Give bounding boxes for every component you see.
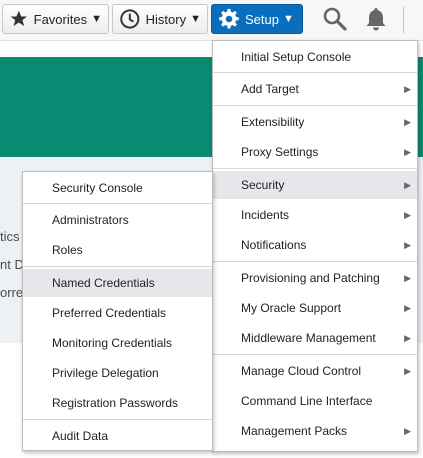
submenu-item-audit-data[interactable]: Audit Data xyxy=(23,422,212,450)
menu-item-label: Proxy Settings xyxy=(241,145,319,159)
menu-item-label: Extensibility xyxy=(241,115,305,129)
submenu-item-registration-passwords[interactable]: Registration Passwords xyxy=(23,389,212,417)
caret-down-icon: ▼ xyxy=(282,13,294,25)
menu-divider xyxy=(213,105,417,106)
background-text: orre xyxy=(0,285,24,300)
menu-item-label: Roles xyxy=(52,243,83,257)
setup-label: Setup xyxy=(245,11,279,27)
toolbar-divider xyxy=(403,6,404,34)
caret-down-icon: ▼ xyxy=(190,13,201,25)
bell-icon[interactable] xyxy=(363,6,389,32)
menu-item-label: Add Target xyxy=(241,82,299,96)
caret-down-icon: ▼ xyxy=(91,13,102,25)
submenu-item-privilege-delegation[interactable]: Privilege Delegation xyxy=(23,359,212,387)
menu-item-provisioning-and-patching[interactable]: Provisioning and Patching ▶ xyxy=(213,264,417,292)
menu-divider xyxy=(23,419,212,420)
menu-item-label: Preferred Credentials xyxy=(52,306,167,320)
menu-divider xyxy=(213,261,417,262)
favorites-label: Favorites xyxy=(33,11,88,27)
submenu-arrow-icon: ▶ xyxy=(404,303,411,313)
submenu-item-security-console[interactable]: Security Console xyxy=(23,174,212,202)
menu-divider xyxy=(23,203,212,204)
menu-divider xyxy=(213,354,417,355)
history-label: History xyxy=(145,11,187,27)
favorites-menu-button[interactable]: Favorites ▼ xyxy=(2,4,109,34)
security-submenu: Security Console Administrators Roles Na… xyxy=(22,171,213,451)
setup-menu-button[interactable]: Setup ▼ xyxy=(211,4,303,34)
menu-item-label: Manage Cloud Control xyxy=(241,364,362,378)
menu-item-label: Administrators xyxy=(52,213,129,227)
menu-item-label: Command Line Interface xyxy=(241,394,373,408)
menu-item-label: Privilege Delegation xyxy=(52,366,159,380)
menu-item-manage-cloud-control[interactable]: Manage Cloud Control ▶ xyxy=(213,357,417,385)
submenu-item-administrators[interactable]: Administrators xyxy=(23,206,212,234)
menu-divider xyxy=(213,72,417,73)
submenu-arrow-icon: ▶ xyxy=(404,210,411,220)
menu-item-initial-setup-console[interactable]: Initial Setup Console xyxy=(213,43,417,71)
submenu-arrow-icon: ▶ xyxy=(404,240,411,250)
menu-item-label: Initial Setup Console xyxy=(241,50,352,64)
global-toolbar: Favorites ▼ History ▼ Setup ▼ xyxy=(0,0,423,41)
submenu-item-roles[interactable]: Roles xyxy=(23,236,212,264)
submenu-arrow-icon: ▶ xyxy=(404,84,411,94)
menu-divider xyxy=(23,266,212,267)
menu-item-label: Provisioning and Patching xyxy=(241,271,380,285)
menu-item-label: Security Console xyxy=(52,181,143,195)
menu-item-add-target[interactable]: Add Target ▶ xyxy=(213,75,417,103)
star-icon xyxy=(10,10,28,26)
submenu-arrow-icon: ▶ xyxy=(404,180,411,190)
submenu-arrow-icon: ▶ xyxy=(404,117,411,127)
menu-divider xyxy=(213,168,417,169)
submenu-arrow-icon: ▶ xyxy=(404,426,411,436)
gear-icon xyxy=(219,8,239,29)
menu-item-label: Monitoring Credentials xyxy=(52,336,173,350)
menu-item-security[interactable]: Security ▶ xyxy=(213,171,417,199)
menu-item-label: Incidents xyxy=(241,208,290,222)
menu-item-label: Management Packs xyxy=(241,424,348,438)
submenu-arrow-icon: ▶ xyxy=(404,273,411,283)
history-menu-button[interactable]: History ▼ xyxy=(112,4,208,34)
menu-item-incidents[interactable]: Incidents ▶ xyxy=(213,201,417,229)
setup-dropdown-menu: Initial Setup Console Add Target ▶ Extens… xyxy=(212,40,418,452)
clock-icon xyxy=(120,9,140,29)
submenu-item-preferred-credentials[interactable]: Preferred Credentials xyxy=(23,299,212,327)
background-text: tics xyxy=(0,229,20,244)
menu-item-command-line-interface[interactable]: Command Line Interface xyxy=(213,387,417,415)
submenu-arrow-icon: ▶ xyxy=(404,333,411,343)
menu-item-label: Registration Passwords xyxy=(52,396,179,410)
submenu-item-named-credentials[interactable]: Named Credentials xyxy=(23,269,212,297)
submenu-item-monitoring-credentials[interactable]: Monitoring Credentials xyxy=(23,329,212,357)
menu-item-label: Security xyxy=(241,178,285,192)
menu-item-label: Middleware Management xyxy=(241,331,376,345)
menu-item-label: Named Credentials xyxy=(52,276,155,290)
menu-item-extensibility[interactable]: Extensibility ▶ xyxy=(213,108,417,136)
menu-item-notifications[interactable]: Notifications ▶ xyxy=(213,231,417,259)
search-icon[interactable] xyxy=(322,6,348,32)
menu-item-label: Notifications xyxy=(241,238,307,252)
menu-item-label: My Oracle Support xyxy=(241,301,342,315)
menu-item-label: Audit Data xyxy=(52,429,109,443)
submenu-arrow-icon: ▶ xyxy=(404,366,411,376)
menu-item-my-oracle-support[interactable]: My Oracle Support ▶ xyxy=(213,294,417,322)
menu-item-management-packs[interactable]: Management Packs ▶ xyxy=(213,417,417,445)
menu-item-middleware-management[interactable]: Middleware Management ▶ xyxy=(213,324,417,352)
menu-item-proxy-settings[interactable]: Proxy Settings ▶ xyxy=(213,138,417,166)
background-text: nt D xyxy=(0,257,24,272)
submenu-arrow-icon: ▶ xyxy=(404,147,411,157)
